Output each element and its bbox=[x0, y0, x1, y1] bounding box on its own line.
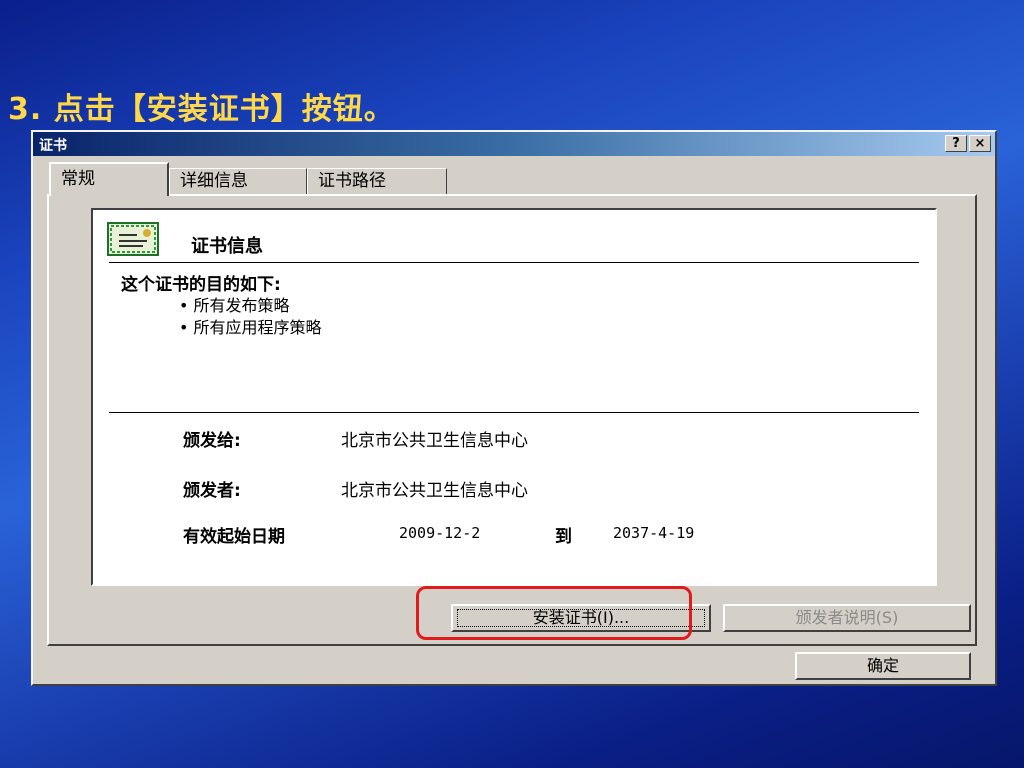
help-button[interactable]: ? bbox=[945, 135, 967, 152]
close-button[interactable]: × bbox=[969, 135, 991, 152]
tab-details[interactable]: 详细信息 bbox=[169, 168, 307, 194]
issued-to-label: 颁发给: bbox=[183, 431, 241, 451]
issuer-statement-button[interactable]: 颁发者说明(S) bbox=[723, 604, 971, 632]
divider bbox=[109, 412, 919, 414]
tab-general[interactable]: 常规 bbox=[49, 162, 169, 196]
slide-title: 3. 点击【安装证书】按钮。 bbox=[8, 92, 395, 127]
valid-to-label: 到 bbox=[555, 527, 572, 547]
divider bbox=[109, 262, 919, 264]
ok-button[interactable]: 确定 bbox=[795, 652, 971, 680]
tab-certification-path[interactable]: 证书路径 bbox=[307, 168, 447, 194]
dialog-titlebar: 证书 ? × bbox=[33, 132, 995, 156]
valid-from-label: 有效起始日期 bbox=[183, 527, 285, 547]
issued-by-label: 颁发者: bbox=[183, 481, 241, 501]
issued-by-value: 北京市公共卫生信息中心 bbox=[341, 481, 528, 501]
valid-from-value: 2009-12-2 bbox=[399, 524, 481, 542]
slide: { "slide": { "title": "3. 点击【安装证书】按钮。" }… bbox=[0, 0, 1024, 768]
certificate-info-box: 证书信息 这个证书的目的如下: • 所有发布策略 • 所有应用程序策略 颁发给:… bbox=[91, 208, 937, 586]
dialog-title: 证书 bbox=[39, 138, 67, 154]
valid-to-value: 2037-4-19 bbox=[613, 524, 695, 542]
issued-to-value: 北京市公共卫生信息中心 bbox=[341, 431, 528, 451]
certificate-info-heading: 证书信息 bbox=[191, 236, 263, 257]
certificate-icon bbox=[107, 222, 159, 256]
purpose-item: • 所有应用程序策略 bbox=[179, 318, 322, 337]
highlight-annotation bbox=[416, 586, 692, 640]
purpose-item: • 所有发布策略 bbox=[179, 296, 290, 315]
general-tab-panel: 证书信息 这个证书的目的如下: • 所有发布策略 • 所有应用程序策略 颁发给:… bbox=[47, 194, 977, 646]
